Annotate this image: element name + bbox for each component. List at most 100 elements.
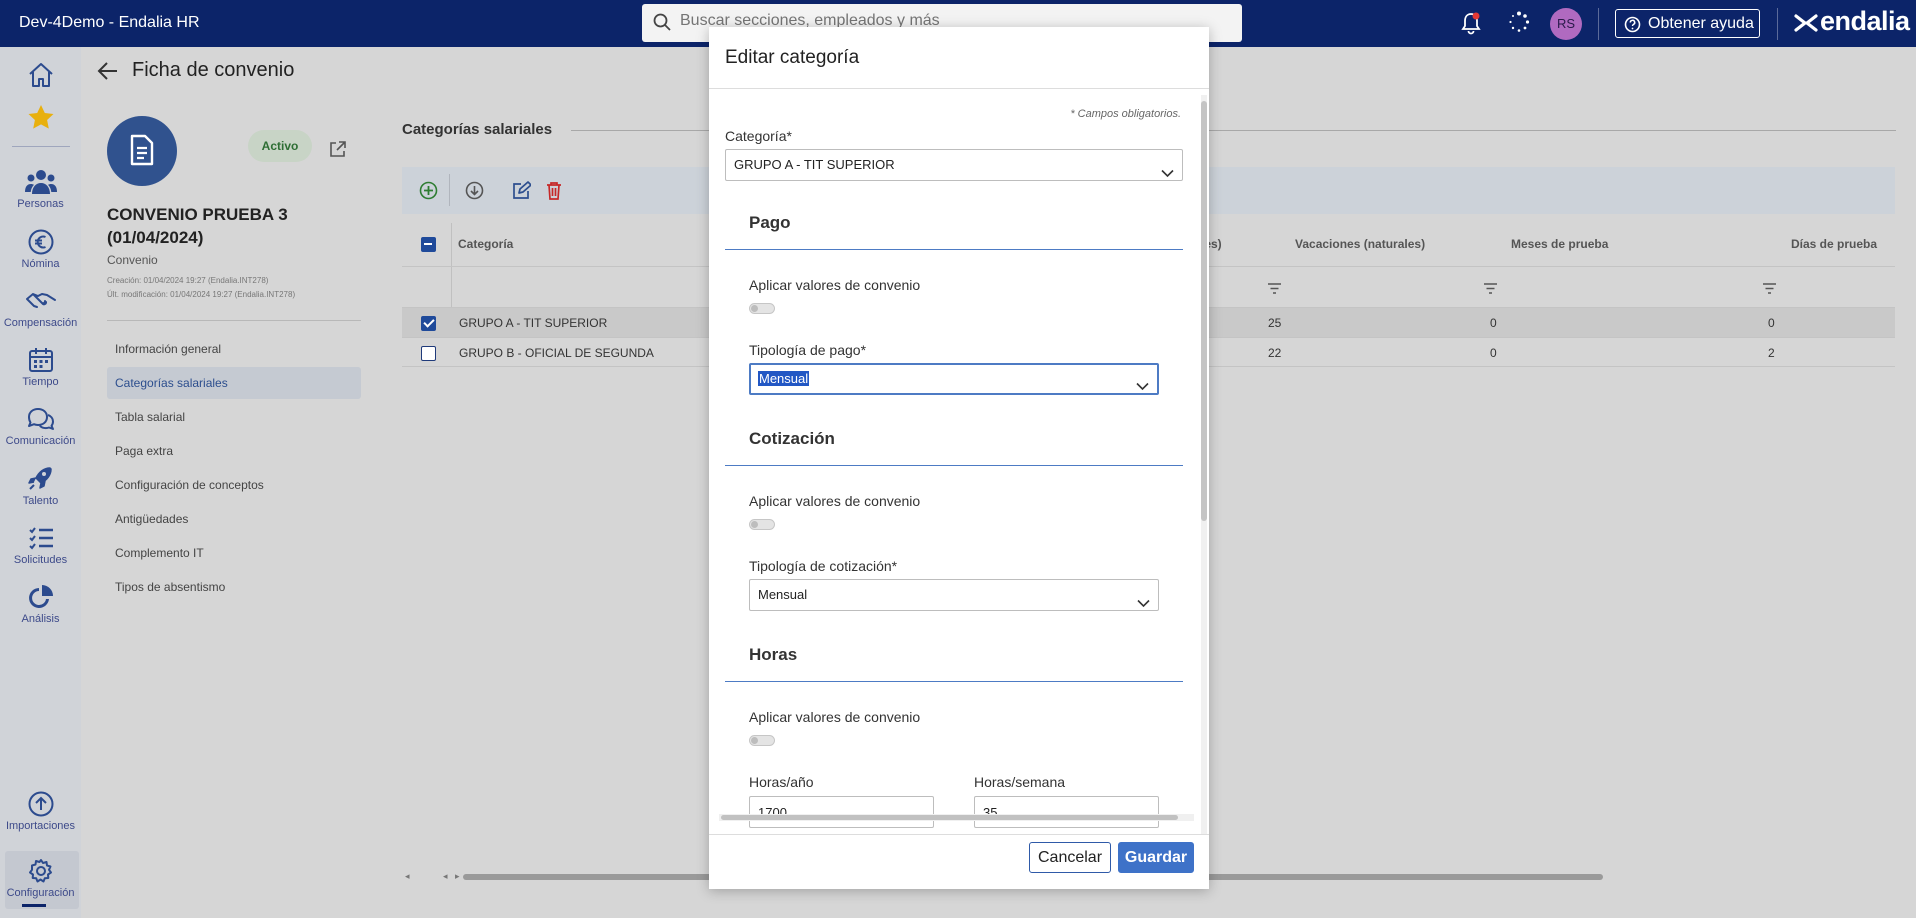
nav-label: Personas: [17, 198, 64, 210]
horas-divider: [725, 681, 1183, 682]
nav-personas[interactable]: Personas: [0, 168, 81, 210]
page-title: Ficha de convenio: [132, 59, 295, 81]
column-header-categoria[interactable]: Categoría: [458, 237, 513, 251]
divider: [1598, 8, 1599, 40]
people-icon: [24, 170, 57, 194]
row-checkbox[interactable]: [421, 346, 436, 361]
row-checkbox[interactable]: [421, 316, 436, 331]
menu-informacion-general[interactable]: Información general: [107, 333, 361, 365]
brand-logo[interactable]: endalia: [1793, 6, 1910, 39]
cancel-button[interactable]: Cancelar: [1029, 842, 1111, 873]
nav-label: Importaciones: [5, 820, 76, 832]
pago-tipologia-label: Tipología de pago*: [749, 342, 867, 358]
nav-active-indicator: [22, 904, 46, 907]
pie-chart-icon: [28, 585, 53, 608]
horas-apply-toggle[interactable]: [749, 735, 775, 746]
external-link-icon[interactable]: [328, 140, 347, 164]
menu-categorias-salariales[interactable]: Categorías salariales: [107, 367, 361, 399]
delete-icon[interactable]: [545, 181, 563, 205]
menu-tabla-salarial[interactable]: Tabla salarial: [107, 401, 361, 433]
nav-label: Análisis: [21, 613, 60, 625]
euro-icon: [28, 229, 53, 255]
dialog-scroll-thumb[interactable]: [1201, 101, 1207, 521]
nav-home[interactable]: [0, 61, 81, 91]
nav-analisis[interactable]: Análisis: [0, 583, 81, 625]
divider: [1777, 8, 1778, 40]
dialog-hscroll-thumb[interactable]: [721, 815, 1178, 820]
nav-compensacion[interactable]: Compensación: [0, 287, 81, 329]
pago-tipologia-value: Mensual: [758, 371, 810, 386]
pago-tipologia-select[interactable]: Mensual: [749, 363, 1159, 395]
bell-icon[interactable]: [1460, 11, 1482, 40]
horas-semana-label: Horas/semana: [974, 774, 1066, 790]
filter-icon[interactable]: [1267, 281, 1282, 299]
select-all-checkbox[interactable]: [421, 237, 436, 252]
chevron-down-icon: [1161, 159, 1174, 189]
convenio-avatar: [107, 116, 177, 186]
menu-configuracion-conceptos[interactable]: Configuración de conceptos: [107, 469, 361, 501]
section-title: Categorías salariales: [402, 121, 553, 138]
nav-nomina[interactable]: Nómina: [0, 228, 81, 270]
cell-meses: 0: [1490, 346, 1497, 360]
nav-tiempo[interactable]: Tiempo: [0, 346, 81, 388]
chevron-down-icon: [1136, 373, 1149, 401]
pago-divider: [725, 249, 1183, 250]
convenio-type: Convenio: [107, 253, 158, 267]
back-arrow-icon[interactable]: [97, 61, 119, 86]
dialog-title: Editar categoría: [725, 47, 860, 68]
column-header-dias-prueba[interactable]: Días de prueba: [1791, 237, 1877, 251]
loading-spinner-icon: [1508, 11, 1530, 38]
cell-dias: 2: [1768, 346, 1775, 360]
question-circle-icon: [1624, 15, 1641, 42]
help-button[interactable]: Obtener ayuda: [1615, 9, 1760, 38]
scroll-left-icon[interactable]: ◂: [443, 871, 448, 882]
download-icon[interactable]: [465, 181, 484, 205]
categoria-select[interactable]: GRUPO A - TIT SUPERIOR: [725, 149, 1183, 181]
menu-tipos-absentismo[interactable]: Tipos de absentismo: [107, 571, 361, 603]
nav-importaciones[interactable]: Importaciones: [0, 790, 81, 832]
divider: [107, 320, 361, 321]
required-note: * Campos obligatorios.: [1070, 108, 1181, 120]
pago-apply-label: Aplicar valores de convenio: [749, 277, 921, 293]
dialog-body: * Campos obligatorios. Categoría* GRUPO …: [709, 89, 1209, 841]
dialog-footer-divider: [709, 834, 1209, 835]
nav-label: Compensación: [3, 317, 78, 329]
menu-paga-extra[interactable]: Paga extra: [107, 435, 361, 467]
nav-configuracion[interactable]: Configuración: [0, 857, 81, 899]
nav-label: Comunicación: [5, 435, 76, 447]
scroll-right-icon[interactable]: ▸: [455, 871, 460, 882]
cell-vacaciones: 25: [1268, 316, 1282, 330]
nav-label: Solicitudes: [13, 554, 68, 566]
cell-categoria: GRUPO B - OFICIAL DE SEGUNDA: [459, 346, 654, 360]
menu-antiguedades[interactable]: Antigüedades: [107, 503, 361, 535]
cell-vacaciones: 22: [1268, 346, 1282, 360]
horas-apply-label: Aplicar valores de convenio: [749, 709, 921, 725]
nav-solicitudes[interactable]: Solicitudes: [0, 524, 81, 566]
column-header-vacaciones[interactable]: Vacaciones (naturales): [1295, 237, 1425, 251]
categoria-value: GRUPO A - TIT SUPERIOR: [734, 157, 895, 172]
scroll-left-icon[interactable]: ◂: [405, 871, 410, 882]
filter-icon[interactable]: [1762, 281, 1777, 299]
column-header-meses-prueba[interactable]: Meses de prueba: [1511, 237, 1608, 251]
save-button[interactable]: Guardar: [1118, 842, 1194, 873]
nav-comunicacion[interactable]: Comunicación: [0, 405, 81, 447]
checklist-icon: [28, 527, 53, 550]
cotizacion-tipologia-select[interactable]: Mensual: [749, 579, 1159, 611]
cotizacion-apply-toggle[interactable]: [749, 519, 775, 530]
user-avatar[interactable]: RS: [1550, 8, 1582, 40]
help-label: Obtener ayuda: [1648, 15, 1754, 32]
horas-semana-input[interactable]: [974, 796, 1159, 828]
pago-apply-toggle[interactable]: [749, 303, 775, 314]
edit-icon[interactable]: [512, 181, 532, 205]
filter-icon[interactable]: [1483, 281, 1498, 299]
handshake-icon: [25, 293, 56, 308]
menu-complemento-it[interactable]: Complemento IT: [107, 537, 361, 569]
status-badge: Activo: [248, 130, 312, 162]
modified-info: Últ. modificación: 01/04/2024 19:27 (End…: [107, 290, 296, 299]
star-icon: [28, 105, 53, 129]
search-icon: [653, 13, 671, 36]
nav-favorites[interactable]: [0, 103, 81, 133]
nav-talento[interactable]: Talento: [0, 465, 81, 507]
add-icon[interactable]: [419, 181, 438, 205]
horas-anio-input[interactable]: [749, 796, 934, 828]
